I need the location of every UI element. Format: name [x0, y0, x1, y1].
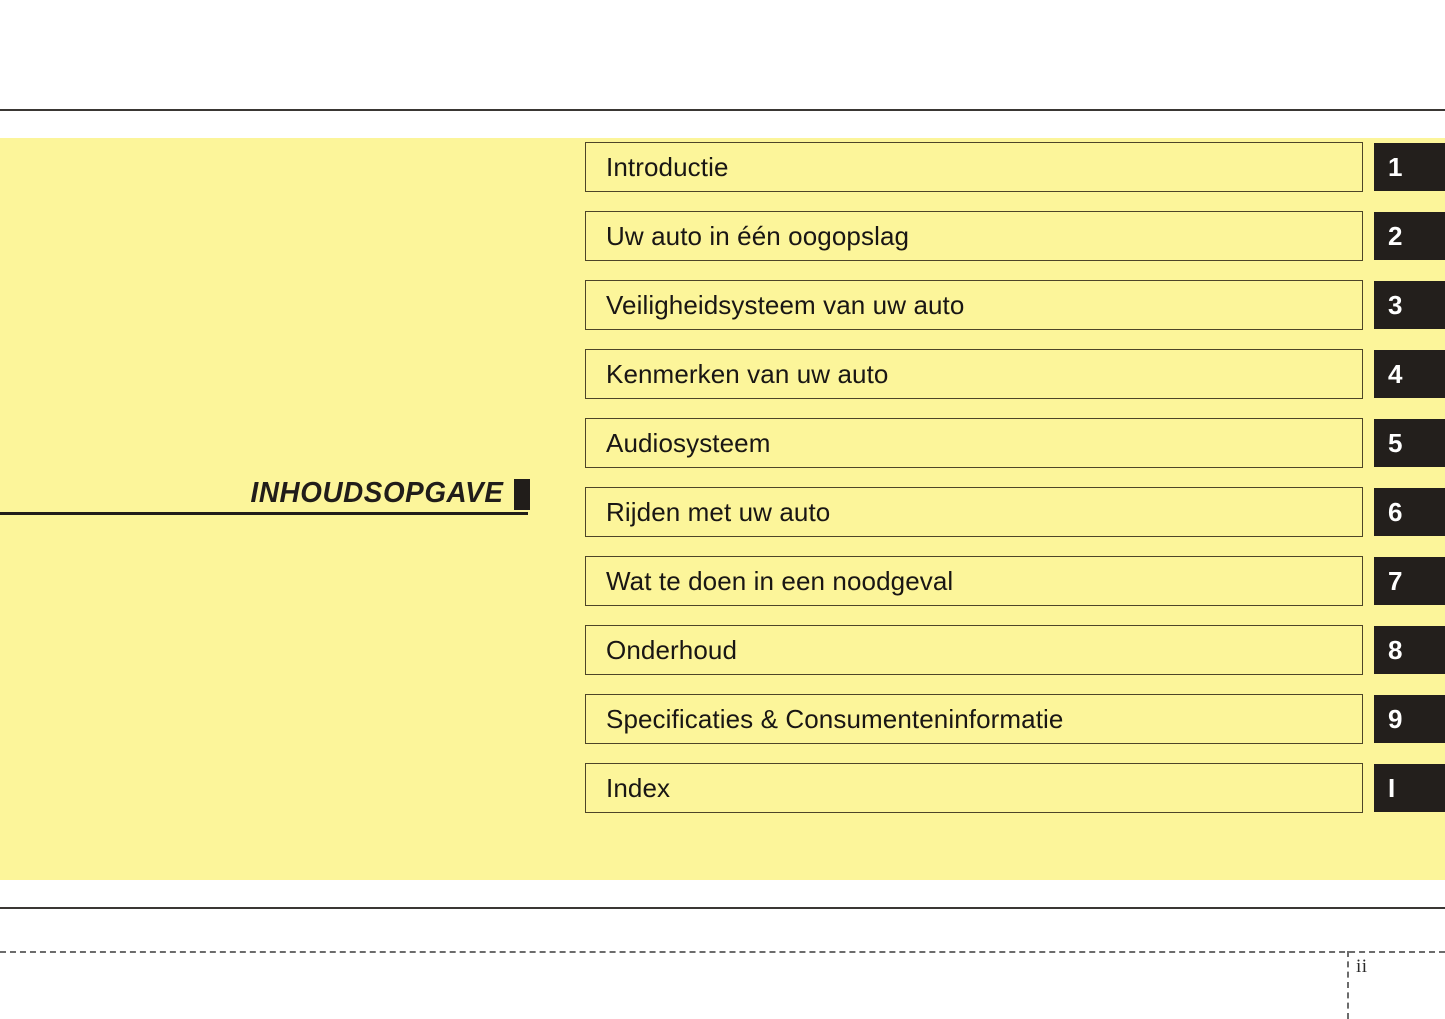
toc-row: Onderhoud 8	[585, 625, 1445, 675]
toc-entry-8[interactable]: Onderhoud	[585, 625, 1363, 675]
toc-tab-3[interactable]: 3	[1374, 281, 1445, 329]
toc-entry-label: Uw auto in één oogopslag	[606, 221, 910, 251]
page-title-block: INHOUDSOPGAVE	[0, 466, 530, 516]
black-square-icon	[514, 479, 530, 510]
toc-tab-label: 3	[1388, 290, 1403, 320]
toc-row: Introductie 1	[585, 142, 1445, 192]
toc-entry-4[interactable]: Kenmerken van uw auto	[585, 349, 1363, 399]
page-title-row: INHOUDSOPGAVE	[0, 466, 530, 510]
page-top-rule	[0, 109, 1445, 111]
toc-entry-7[interactable]: Wat te doen in een noodgeval	[585, 556, 1363, 606]
toc-entry-2[interactable]: Uw auto in één oogopslag	[585, 211, 1363, 261]
toc-tab-7[interactable]: 7	[1374, 557, 1445, 605]
toc-row: Wat te doen in een noodgeval 7	[585, 556, 1445, 606]
toc-entry-label: Index	[606, 773, 671, 803]
toc-tab-9[interactable]: 9	[1374, 695, 1445, 743]
toc-entry-label: Rijden met uw auto	[606, 497, 831, 527]
page-bottom-rule	[0, 907, 1445, 909]
toc-entry-label: Wat te doen in een noodgeval	[606, 566, 954, 596]
toc-entry-label: Specificaties & Consumenteninformatie	[606, 704, 1064, 734]
toc-tab-1[interactable]: 1	[1374, 143, 1445, 191]
toc-row: Kenmerken van uw auto 4	[585, 349, 1445, 399]
toc-tab-label: I	[1388, 773, 1396, 803]
toc-tab-6[interactable]: 6	[1374, 488, 1445, 536]
table-of-contents: Introductie 1 Uw auto in één oogopslag 2 Vei…	[585, 142, 1445, 813]
toc-entry-9[interactable]: Specificaties & Consumenteninformatie	[585, 694, 1363, 744]
toc-tab-label: 7	[1388, 566, 1403, 596]
toc-tab-label: 2	[1388, 221, 1403, 251]
page-title-underline	[0, 512, 528, 515]
toc-row: Veiligheidsysteem van uw auto 3	[585, 280, 1445, 330]
toc-row: Audiosysteem 5	[585, 418, 1445, 468]
toc-tab-label: 9	[1388, 704, 1403, 734]
page-title: INHOUDSOPGAVE	[250, 477, 503, 509]
toc-tab-2[interactable]: 2	[1374, 212, 1445, 260]
toc-entry-1[interactable]: Introductie	[585, 142, 1363, 192]
page-number: ii	[1356, 956, 1368, 977]
toc-entry-label: Audiosysteem	[606, 428, 771, 458]
toc-entry-10[interactable]: Index	[585, 763, 1363, 813]
toc-row: Uw auto in één oogopslag 2	[585, 211, 1445, 261]
toc-tab-label: 6	[1388, 497, 1403, 527]
toc-entry-label: Introductie	[606, 152, 729, 182]
crop-mark-vertical	[1347, 951, 1349, 1019]
toc-tab-label: 4	[1388, 359, 1403, 389]
toc-tab-4[interactable]: 4	[1374, 350, 1445, 398]
toc-row: Specificaties & Consumenteninformatie 9	[585, 694, 1445, 744]
toc-entry-5[interactable]: Audiosysteem	[585, 418, 1363, 468]
toc-row: Index I	[585, 763, 1445, 813]
toc-tab-I[interactable]: I	[1374, 764, 1445, 812]
toc-entry-label: Veiligheidsysteem van uw auto	[606, 290, 965, 320]
toc-entry-6[interactable]: Rijden met uw auto	[585, 487, 1363, 537]
toc-tab-label: 5	[1388, 428, 1403, 458]
toc-row: Rijden met uw auto 6	[585, 487, 1445, 537]
toc-entry-label: Kenmerken van uw auto	[606, 359, 889, 389]
toc-tab-label: 1	[1388, 152, 1403, 182]
crop-mark-horizontal	[0, 951, 1445, 953]
toc-entry-label: Onderhoud	[606, 635, 738, 665]
toc-entry-3[interactable]: Veiligheidsysteem van uw auto	[585, 280, 1363, 330]
toc-tab-8[interactable]: 8	[1374, 626, 1445, 674]
toc-tab-5[interactable]: 5	[1374, 419, 1445, 467]
toc-tab-label: 8	[1388, 635, 1403, 665]
